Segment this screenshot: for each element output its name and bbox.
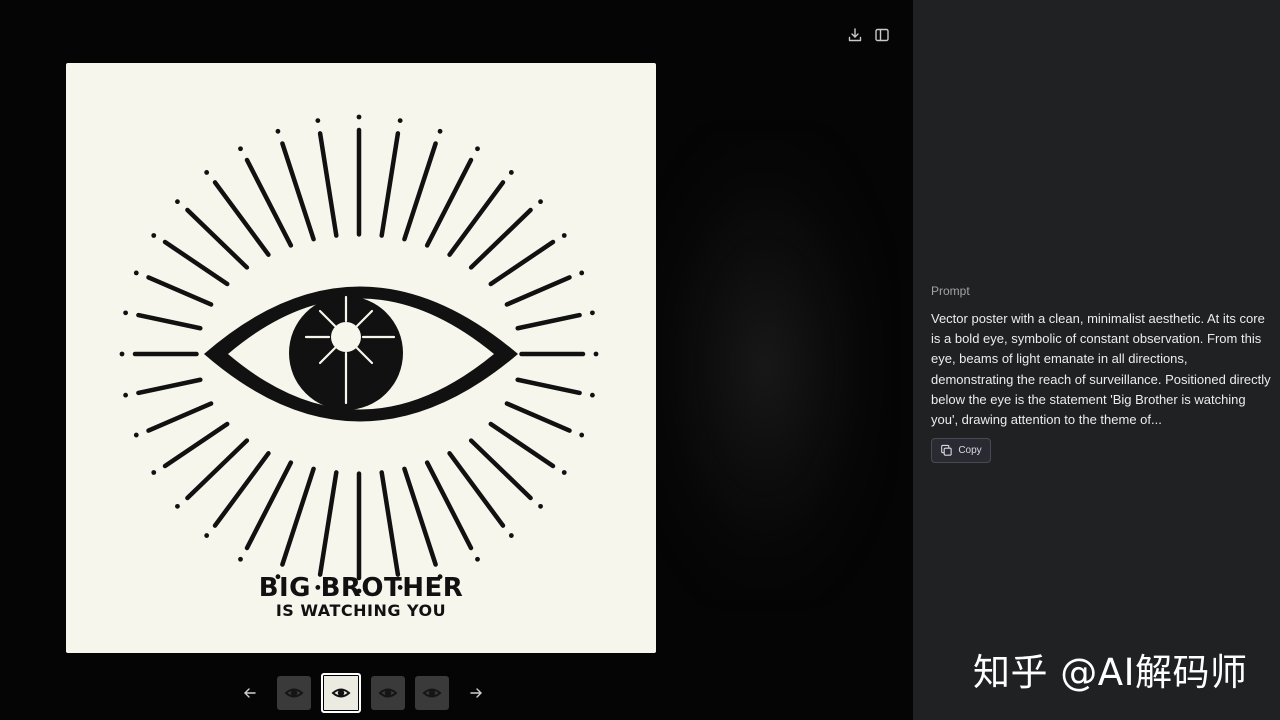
prompt-label: Prompt <box>931 284 970 298</box>
arrow-left-icon <box>244 688 256 698</box>
light-ray <box>515 312 582 331</box>
ray-dot <box>123 310 129 316</box>
ray-dot <box>538 503 543 509</box>
ray-dot <box>119 351 125 357</box>
ray-dot <box>275 128 281 134</box>
ray-dot <box>437 128 443 134</box>
download-button[interactable] <box>845 25 865 45</box>
ray-dot <box>151 470 157 475</box>
ray-dot <box>579 270 585 276</box>
prompt-panel: Prompt Vector poster with a clean, minim… <box>913 0 1280 720</box>
ray-dot <box>561 233 567 238</box>
light-ray <box>185 438 250 501</box>
light-ray <box>504 275 572 307</box>
copy-icon <box>941 444 953 456</box>
light-ray <box>280 141 316 242</box>
ray-dot <box>204 533 210 538</box>
ray-dot <box>538 199 543 205</box>
light-ray <box>468 438 533 501</box>
light-ray <box>317 131 339 238</box>
light-ray <box>488 239 556 287</box>
arrow-right-icon <box>470 688 482 698</box>
watermark: 知乎 @AI解码师 <box>973 651 1248 694</box>
ray-dot <box>123 392 129 398</box>
eye-thumbnail-icon <box>378 688 398 698</box>
thumbnail-3[interactable] <box>371 676 405 710</box>
light-ray <box>185 207 250 270</box>
download-icon <box>848 28 862 42</box>
light-ray <box>146 275 214 307</box>
ray-dot <box>356 114 362 120</box>
ray-dot <box>133 270 139 276</box>
ray-dot <box>508 533 514 538</box>
ray-dot <box>204 170 210 175</box>
light-ray <box>488 421 556 469</box>
light-ray <box>402 141 438 242</box>
sidebar-toggle-button[interactable] <box>872 25 892 45</box>
ray-dot <box>397 118 403 124</box>
thumbnail-4[interactable] <box>415 676 449 710</box>
light-ray <box>136 312 203 331</box>
generated-image: BIG BROTHER IS WATCHING YOU <box>66 63 656 653</box>
eye-illustration <box>119 114 599 594</box>
ray-dot <box>238 146 243 152</box>
prompt-text: Vector poster with a clean, minimalist a… <box>931 311 1271 428</box>
eye-thumbnail-icon <box>422 688 442 698</box>
light-ray <box>379 470 401 577</box>
ray-dot <box>561 470 567 475</box>
eye-thumbnail-icon <box>284 688 304 698</box>
light-ray <box>280 466 316 567</box>
ray-dot <box>589 392 595 398</box>
light-ray <box>515 377 582 396</box>
ray-dot <box>475 146 480 152</box>
background-glow <box>640 130 890 600</box>
ray-dot <box>133 432 139 438</box>
image-viewer: BIG BROTHER IS WATCHING YOU <box>0 0 913 720</box>
ray-dot <box>589 310 595 316</box>
poster-subline: IS WATCHING YOU <box>275 601 447 620</box>
thumbnail-strip <box>240 673 486 713</box>
light-ray <box>317 470 339 577</box>
light-ray <box>379 131 401 238</box>
eye-thumbnail-icon <box>331 688 351 698</box>
sidebar-toggle-icon <box>875 28 889 42</box>
ray-dot <box>175 503 180 509</box>
light-ray <box>162 421 230 469</box>
next-image-button[interactable] <box>466 683 486 703</box>
ray-dot <box>475 556 480 562</box>
ray-dot <box>238 556 243 562</box>
copy-button[interactable]: Copy <box>931 438 991 463</box>
light-ray <box>402 466 438 567</box>
light-ray <box>136 377 203 396</box>
copy-button-label: Copy <box>958 445 982 456</box>
ray-dot <box>508 170 514 175</box>
light-ray <box>162 239 230 287</box>
poster-headline: BIG BROTHER <box>258 573 464 603</box>
ray-dot <box>579 432 585 438</box>
ray-dot <box>593 351 599 357</box>
thumbnail-1[interactable] <box>277 676 311 710</box>
ray-dot <box>151 233 157 238</box>
thumbnail-2-selected[interactable] <box>321 673 361 713</box>
ray-dot <box>175 199 180 205</box>
light-ray <box>504 401 572 433</box>
light-ray <box>146 401 214 433</box>
light-ray <box>468 207 533 270</box>
image-viewer-app: BIG BROTHER IS WATCHING YOU Prompt Vecto… <box>0 0 1280 720</box>
ray-dot <box>315 118 321 124</box>
previous-image-button[interactable] <box>240 683 260 703</box>
